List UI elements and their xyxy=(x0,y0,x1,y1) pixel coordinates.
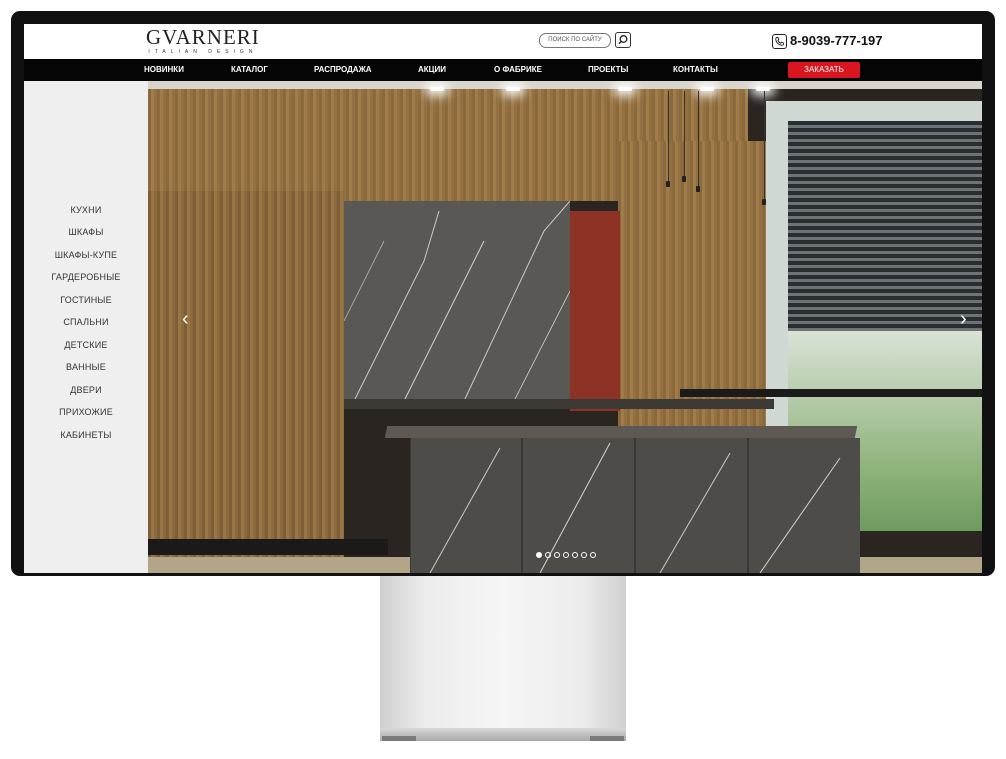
sidebar-item-home-offices[interactable]: КАБИНЕТЫ xyxy=(24,430,148,440)
order-project-button[interactable]: ЗАКАЗАТЬ ПРОЕКТ xyxy=(788,62,860,90)
nav-item-new[interactable]: НОВИНКИ xyxy=(144,59,184,81)
sidebar-item-kitchens[interactable]: КУХНИ xyxy=(24,205,148,215)
slider-dot[interactable] xyxy=(572,552,578,558)
search-input[interactable]: ПОИСК ПО САЙТУ xyxy=(539,33,611,48)
logo-tagline: ITALIAN DESIGN xyxy=(148,49,258,55)
nav-item-sale[interactable]: РАСПРОДАЖА xyxy=(314,59,372,81)
category-sidebar: КУХНИ ШКАФЫ ШКАФЫ-КУПЕ ГАРДЕРОБНЫЕ ГОСТИ… xyxy=(24,81,148,573)
website-screen: GVARNERI ITALIAN DESIGN ПОИСК ПО САЙТУ 8… xyxy=(24,24,982,573)
sidebar-item-doors[interactable]: ДВЕРИ xyxy=(24,385,148,395)
nav-item-catalog[interactable]: КАТАЛОГ xyxy=(231,59,268,81)
slider-dot[interactable] xyxy=(563,552,569,558)
slider-pagination xyxy=(536,545,599,563)
sidebar-item-sliding-wardrobes[interactable]: ШКАФЫ-КУПЕ xyxy=(24,250,148,260)
phone-icon xyxy=(772,34,787,49)
slider-dot[interactable] xyxy=(581,552,587,558)
nav-item-about-factory[interactable]: О ФАБРИКЕ xyxy=(494,59,542,81)
slider-dot[interactable] xyxy=(554,552,560,558)
sidebar-item-living-rooms[interactable]: ГОСТИНЫЕ xyxy=(24,295,148,305)
slider-dot[interactable] xyxy=(545,552,551,558)
sidebar-item-hallways[interactable]: ПРИХОЖИЕ xyxy=(24,407,148,417)
monitor-stand xyxy=(380,576,626,734)
nav-item-projects[interactable]: ПРОЕКТЫ xyxy=(588,59,628,81)
phone-number[interactable]: 8-9039-777-197 xyxy=(790,33,883,48)
nav-item-contacts[interactable]: КОНТАКТЫ xyxy=(673,59,718,81)
nav-item-promotions[interactable]: АКЦИИ xyxy=(418,59,446,81)
site-header: GVARNERI ITALIAN DESIGN ПОИСК ПО САЙТУ 8… xyxy=(24,24,982,59)
slider-dot[interactable] xyxy=(536,552,542,558)
search-button[interactable] xyxy=(615,32,631,48)
hero-slider[interactable]: ‹ › xyxy=(148,81,982,573)
sidebar-item-wardrobes[interactable]: ШКАФЫ xyxy=(24,227,148,237)
monitor-frame: GVARNERI ITALIAN DESIGN ПОИСК ПО САЙТУ 8… xyxy=(11,11,995,576)
sidebar-item-kids-rooms[interactable]: ДЕТСКИЕ xyxy=(24,340,148,350)
logo[interactable]: GVARNERI ITALIAN DESIGN xyxy=(146,26,260,55)
main-nav: НОВИНКИ КАТАЛОГ РАСПРОДАЖА АКЦИИ О ФАБРИ… xyxy=(24,59,982,90)
sidebar-item-bathrooms[interactable]: ВАННЫЕ xyxy=(24,362,148,372)
slider-dot[interactable] xyxy=(590,552,596,558)
chevron-left-icon[interactable]: ‹ xyxy=(182,309,189,329)
search-icon xyxy=(618,35,628,45)
logo-text: GVARNERI xyxy=(146,25,260,49)
sidebar-item-bedrooms[interactable]: СПАЛЬНИ xyxy=(24,317,148,327)
chevron-right-icon[interactable]: › xyxy=(960,309,967,329)
sidebar-item-dressing-rooms[interactable]: ГАРДЕРОБНЫЕ xyxy=(24,272,148,282)
